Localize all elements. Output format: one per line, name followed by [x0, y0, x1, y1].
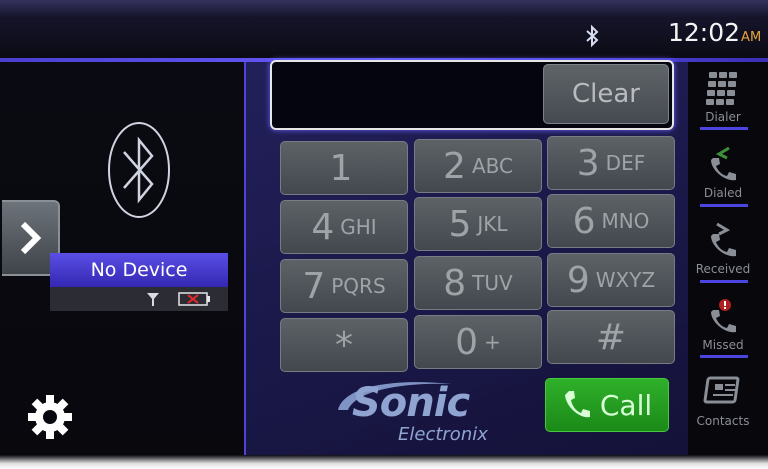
- bluetooth-icon: [586, 24, 599, 48]
- nav-missed[interactable]: Missed: [692, 294, 754, 364]
- key-digit: 1: [329, 147, 353, 189]
- bluetooth-icon: [108, 122, 170, 218]
- nav-divider: [700, 127, 748, 130]
- screen-bezel-edge: [0, 455, 768, 469]
- contacts-icon: [703, 376, 740, 404]
- clear-button[interactable]: Clear: [543, 64, 669, 124]
- key-letters: GHI: [340, 215, 377, 239]
- nav-dialed[interactable]: Dialed: [692, 142, 754, 212]
- key-letters: DEF: [605, 151, 646, 175]
- phone-icon: [564, 391, 590, 418]
- clock-ampm: AM: [741, 30, 762, 45]
- incoming-call-icon: [711, 222, 736, 257]
- nav-label: Received: [695, 262, 751, 276]
- key-letters: +: [484, 330, 501, 354]
- brand-logo: Sonic: [352, 380, 470, 426]
- key-5[interactable]: 5 JKL: [414, 197, 542, 251]
- nav-label: Missed: [702, 338, 744, 352]
- key-letters: MNO: [601, 209, 650, 233]
- nav-divider: [700, 355, 748, 358]
- nav-dialer[interactable]: Dialer: [692, 66, 754, 136]
- nav-contacts[interactable]: Contacts: [692, 370, 754, 440]
- status-bar: [0, 0, 768, 62]
- clock: 12:02AM: [668, 18, 761, 47]
- key-digit: 9: [566, 259, 590, 301]
- battery-icon: [178, 292, 210, 306]
- key-digit: 6: [572, 200, 596, 242]
- key-2[interactable]: 2 ABC: [414, 139, 542, 193]
- key-0[interactable]: 0 +: [414, 315, 542, 369]
- key-letters: WXYZ: [595, 268, 656, 292]
- key-3[interactable]: 3 DEF: [547, 136, 675, 190]
- key-digit: 4: [311, 206, 335, 248]
- nav-divider: [700, 280, 748, 283]
- nav-label: Dialed: [703, 186, 743, 200]
- key-digit: #: [595, 316, 627, 358]
- key-4[interactable]: 4 GHI: [280, 200, 408, 254]
- chevron-right-icon: [20, 221, 42, 255]
- key-hash[interactable]: #: [547, 310, 675, 364]
- signal-icon: [147, 293, 159, 306]
- key-letters: JKL: [477, 212, 508, 236]
- key-9[interactable]: 9 WXYZ: [547, 253, 675, 307]
- call-button-label: Call: [599, 388, 653, 422]
- key-digit: *: [335, 324, 353, 366]
- settings-gear-icon[interactable]: [26, 393, 74, 441]
- device-name: No Device: [50, 253, 228, 287]
- key-7[interactable]: 7 PQRS: [280, 259, 408, 313]
- missed-call-icon: [711, 299, 736, 333]
- key-6[interactable]: 6 MNO: [547, 194, 675, 248]
- key-8[interactable]: 8 TUV: [414, 256, 542, 310]
- key-digit: 0: [455, 321, 479, 363]
- dialpad-icon: [706, 72, 737, 105]
- key-digit: 3: [576, 142, 600, 184]
- brand-logo-sub: Electronix: [398, 424, 488, 445]
- nav-divider: [700, 204, 748, 207]
- clock-time: 12:02: [668, 18, 741, 47]
- outgoing-call-icon: [711, 146, 736, 181]
- key-letters: TUV: [472, 271, 513, 295]
- key-digit: 2: [443, 145, 466, 187]
- key-digit: 8: [443, 262, 467, 304]
- nav-label: Dialer: [705, 110, 741, 124]
- key-digit: 5: [448, 203, 472, 245]
- call-button[interactable]: Call: [545, 378, 669, 432]
- nav-received[interactable]: Received: [692, 218, 754, 288]
- key-1[interactable]: 1: [280, 141, 408, 195]
- key-digit: 7: [302, 265, 326, 307]
- key-letters: PQRS: [331, 274, 386, 298]
- key-star[interactable]: *: [280, 318, 408, 372]
- nav-label: Contacts: [696, 414, 750, 428]
- key-letters: ABC: [471, 154, 513, 178]
